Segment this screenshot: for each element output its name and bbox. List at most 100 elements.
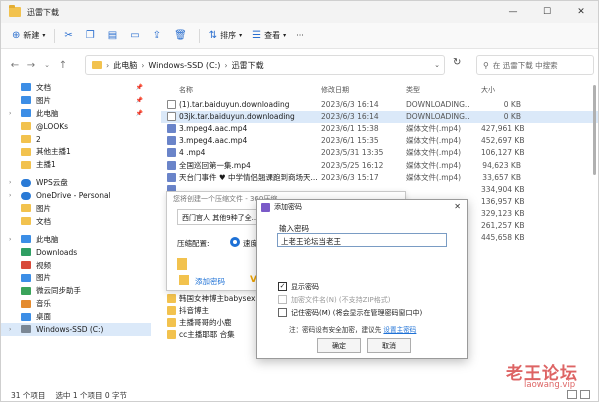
share-button[interactable]: ⇪ bbox=[148, 26, 169, 46]
breadcrumb-drive[interactable]: Windows-SSD (C:) bbox=[148, 61, 220, 70]
sidebar-item[interactable]: › 此电脑 bbox=[1, 233, 151, 246]
file-type: 媒体文件(.mp4) bbox=[406, 148, 462, 158]
sidebar-item-label: 视频 bbox=[36, 260, 51, 270]
file-row[interactable]: 03jk.tar.baiduyun.downloading 2023/6/3 16… bbox=[161, 111, 598, 123]
show-password-label: 显示密码 bbox=[291, 283, 319, 291]
sidebar-item[interactable]: › OneDrive - Personal bbox=[1, 189, 151, 202]
sidebar-item[interactable]: Downloads bbox=[1, 246, 151, 259]
search-input[interactable]: ⚲ 在 迅雷下载 中搜索 bbox=[476, 55, 594, 75]
file-row[interactable]: 天台门事件 ♥ 中学情侣翘课跑到商场天... 2023/6/3 15:17 媒体文件… bbox=[161, 172, 598, 184]
status-bar: 31 个项目 选中 1 个项目 0 字节 bbox=[1, 388, 598, 402]
speed-radio[interactable] bbox=[230, 237, 240, 247]
file-row[interactable]: 4 .mp4 2023/5/31 13:35 媒体文件(.mp4) 106,127 K… bbox=[161, 147, 598, 159]
selection-info: 选中 1 个项目 0 字节 bbox=[55, 390, 128, 400]
show-password-checkbox[interactable]: ✓ bbox=[278, 282, 287, 291]
file-size: 329,123 KB bbox=[481, 208, 525, 218]
title-bar: 迅雷下载 — ☐ ✕ bbox=[1, 1, 598, 23]
sidebar-item[interactable]: 图片 bbox=[1, 271, 151, 284]
desktop-icon bbox=[21, 312, 31, 321]
explorer-window: 迅雷下载 — ☐ ✕ ⊕ 新建 ▾ ✂ ❐ ▤ ▭ ⇪ 🗑 ⇅ 排序 ▾ ☰ 查… bbox=[0, 0, 599, 402]
file-date: 2023/5/31 13:35 bbox=[321, 148, 384, 158]
pin-icon: 📌 bbox=[135, 109, 143, 117]
address-bar[interactable]: › 此电脑 › Windows-SSD (C:) › 迅雷下载 ⌄ bbox=[85, 55, 445, 75]
sidebar-item[interactable]: 视频 bbox=[1, 259, 151, 272]
sidebar-item[interactable]: 微云同步助手 bbox=[1, 284, 151, 297]
up-arrow-icon[interactable]: ↑ bbox=[55, 60, 71, 71]
ok-button[interactable]: 确定 bbox=[317, 338, 361, 353]
more-button[interactable]: ··· bbox=[291, 26, 309, 46]
close-icon[interactable]: ✕ bbox=[454, 202, 461, 211]
column-type[interactable]: 类型 bbox=[406, 85, 420, 95]
rename-button[interactable]: ▭ bbox=[125, 26, 147, 46]
back-arrow-icon[interactable]: ← bbox=[7, 60, 23, 71]
lock-icon bbox=[179, 275, 189, 285]
forward-arrow-icon[interactable]: → bbox=[23, 60, 39, 71]
details-view-icon[interactable] bbox=[567, 390, 577, 399]
sidebar-item[interactable]: › WPS云盘 bbox=[1, 176, 151, 189]
sidebar-item-label: 此电脑 bbox=[36, 108, 59, 118]
remember-password-checkbox[interactable] bbox=[278, 308, 287, 317]
tiles-view-icon[interactable] bbox=[580, 390, 590, 399]
file-size: 0 KB bbox=[503, 112, 521, 122]
sidebar-item[interactable]: 图片 bbox=[1, 202, 151, 215]
folder-icon bbox=[21, 147, 31, 156]
sort-button[interactable]: ⇅ 排序 ▾ bbox=[204, 26, 247, 46]
file-name: 03jk.tar.baiduyun.downloading bbox=[179, 112, 295, 122]
video-file-icon bbox=[167, 124, 176, 134]
file-row[interactable]: (1).tar.baiduyun.downloading 2023/6/3 16:… bbox=[161, 99, 598, 111]
folder-icon bbox=[167, 293, 176, 303]
sidebar-item[interactable]: › 此电脑 📌 bbox=[1, 107, 151, 120]
sidebar-item[interactable]: 桌面 bbox=[1, 310, 151, 323]
chevron-right-icon[interactable]: › bbox=[9, 326, 11, 333]
breadcrumb-folder[interactable]: 迅雷下载 bbox=[232, 60, 264, 71]
new-button[interactable]: ⊕ 新建 ▾ bbox=[7, 26, 50, 46]
cut-button[interactable]: ✂ bbox=[59, 26, 80, 46]
file-row[interactable]: 3.mpeg4.aac.mp4 2023/6/1 15:38 媒体文件(.mp4) 4… bbox=[161, 123, 598, 135]
file-size: 0 KB bbox=[503, 100, 521, 109]
sidebar-item[interactable]: @LOOKs bbox=[1, 120, 151, 133]
chevron-down-icon[interactable]: ⌄ bbox=[39, 61, 55, 69]
minimize-button[interactable]: — bbox=[496, 1, 530, 23]
chevron-right-icon[interactable]: › bbox=[9, 110, 11, 117]
folder-icon bbox=[21, 122, 31, 131]
column-date[interactable]: 修改日期 bbox=[321, 85, 349, 95]
set-master-password-link[interactable]: 设置主密码 bbox=[383, 326, 416, 334]
scrollbar[interactable] bbox=[593, 85, 596, 175]
file-row[interactable]: 全国巡回第一集.mp4 2023/5/25 16:12 媒体文件(.mp4) 94,6… bbox=[161, 160, 598, 172]
view-button[interactable]: ☰ 查看 ▾ bbox=[247, 26, 291, 46]
sidebar-item[interactable]: 文档 📌 bbox=[1, 81, 151, 94]
maximize-button[interactable]: ☐ bbox=[530, 1, 564, 23]
trash-icon: 🗑 bbox=[174, 30, 187, 41]
divider bbox=[54, 28, 56, 43]
pin-icon: 📌 bbox=[135, 83, 143, 91]
note-text: 注：密码设有安全加密，建议先 bbox=[289, 326, 382, 334]
paste-button[interactable]: ▤ bbox=[103, 26, 125, 46]
sidebar-item[interactable]: 音乐 bbox=[1, 297, 151, 310]
encrypt-names-checkbox[interactable] bbox=[278, 295, 287, 304]
chevron-right-icon[interactable]: › bbox=[9, 192, 11, 199]
sidebar-item[interactable]: 2 bbox=[1, 133, 151, 146]
column-name[interactable]: 名称 bbox=[179, 85, 193, 95]
sidebar-item[interactable]: 图片 📌 bbox=[1, 94, 151, 107]
refresh-icon[interactable]: ↻ bbox=[453, 57, 461, 68]
chevron-right-icon[interactable]: › bbox=[9, 179, 11, 186]
file-name: 4 .mp4 bbox=[179, 148, 206, 158]
search-placeholder: 在 迅雷下载 中搜索 bbox=[492, 60, 558, 70]
sidebar-item[interactable]: 文档 bbox=[1, 215, 151, 228]
chevron-down-icon[interactable]: ⌄ bbox=[434, 61, 440, 69]
password-input[interactable]: 上老王论坛当老王 bbox=[277, 233, 447, 247]
sidebar-item[interactable]: › Windows-SSD (C:) bbox=[1, 323, 151, 336]
cancel-button[interactable]: 取消 bbox=[367, 338, 411, 353]
file-name: (1).tar.baiduyun.downloading bbox=[179, 100, 290, 109]
add-password-link[interactable]: 添加密码 bbox=[195, 276, 225, 287]
breadcrumb-this-pc[interactable]: 此电脑 bbox=[113, 60, 137, 71]
sidebar-item[interactable]: 其他主播1 bbox=[1, 145, 151, 158]
chevron-right-icon[interactable]: › bbox=[9, 236, 11, 243]
delete-button[interactable]: 🗑 bbox=[169, 26, 195, 46]
sidebar-item[interactable]: 主播1 bbox=[1, 158, 151, 171]
file-row[interactable]: 3.mpeg4.aac.mp4 2023/6/1 15:35 媒体文件(.mp4) 4… bbox=[161, 135, 598, 147]
search-icon: ⚲ bbox=[483, 60, 489, 70]
copy-button[interactable]: ❐ bbox=[81, 26, 103, 46]
close-button[interactable]: ✕ bbox=[564, 1, 598, 23]
column-size[interactable]: 大小 bbox=[481, 85, 495, 95]
